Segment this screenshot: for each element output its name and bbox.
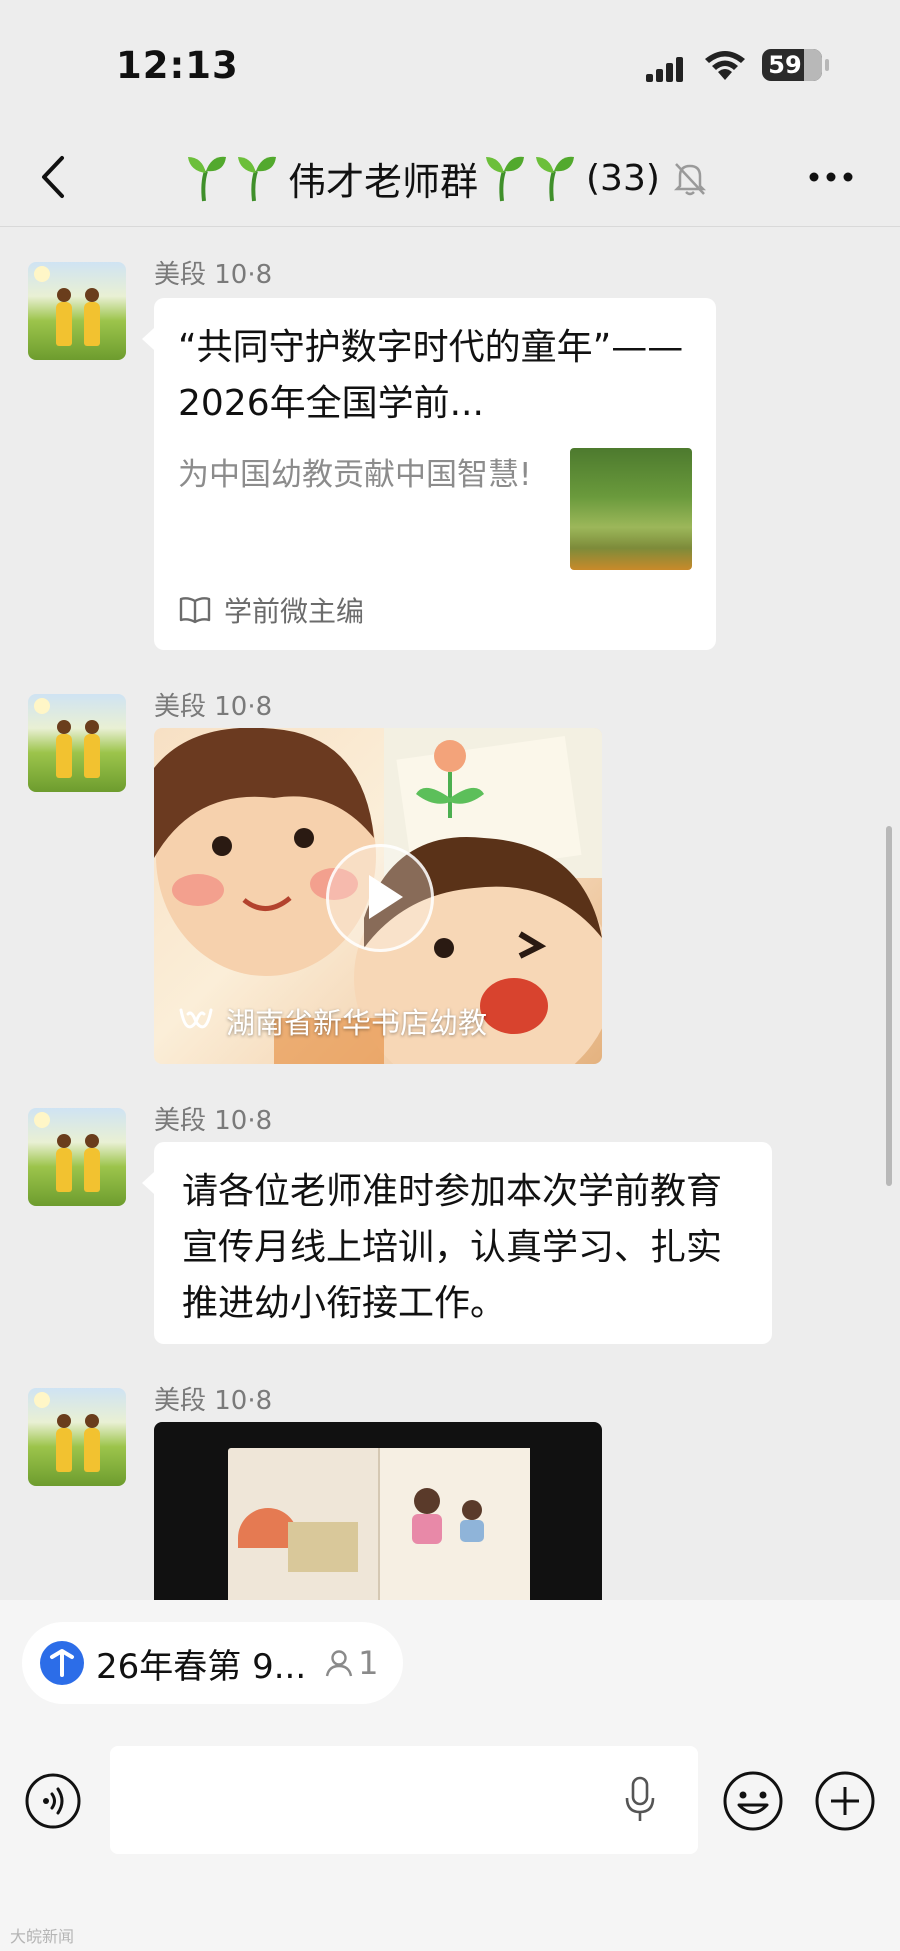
microphone-icon[interactable] bbox=[624, 1776, 656, 1824]
watermark: 大皖新闻 bbox=[10, 1927, 75, 1946]
chevron-left-icon[interactable] bbox=[34, 152, 74, 202]
pinned-item[interactable]: 26年春第 9... 1 bbox=[22, 1622, 403, 1704]
channels-icon bbox=[179, 1008, 213, 1029]
open-book-icon bbox=[179, 597, 211, 624]
plus-circle-icon[interactable] bbox=[814, 1770, 876, 1832]
emoji-icon[interactable] bbox=[722, 1770, 784, 1832]
participant-count: 1 bbox=[358, 1644, 379, 1682]
person-icon bbox=[325, 1650, 353, 1677]
link-source: 学前微主编 bbox=[178, 590, 364, 630]
sender-name: 美段 10·8 bbox=[154, 1106, 273, 1136]
bell-slash-icon bbox=[673, 163, 706, 196]
text-bubble[interactable]: 请各位老师准时参加本次学前教育宣传月线上培训，认真学习、扎实推进幼小衔接工作。 bbox=[142, 1142, 772, 1344]
book-illustration bbox=[228, 1448, 530, 1602]
video-thumbnail[interactable] bbox=[154, 1422, 602, 1602]
sender-name: 美段 10·8 bbox=[154, 260, 273, 290]
avatar[interactable] bbox=[28, 1108, 126, 1206]
avatar[interactable] bbox=[28, 262, 126, 360]
status-time: 12:13 bbox=[116, 44, 239, 87]
sprout-icon bbox=[238, 156, 276, 202]
video-source-name: 湖南省新华书店幼教 bbox=[226, 1006, 488, 1040]
more-dots-icon[interactable] bbox=[806, 162, 856, 192]
pin-arrow-icon bbox=[40, 1641, 84, 1685]
pinned-participants: 1 bbox=[324, 1644, 379, 1682]
group-name: 伟才老师群 bbox=[288, 159, 479, 204]
sprout-icon bbox=[536, 156, 575, 202]
chat-footer: 26年春第 9... 1 大皖新闻 bbox=[0, 1600, 900, 1951]
play-icon[interactable] bbox=[326, 844, 434, 952]
sprout-icon bbox=[486, 156, 525, 202]
avatar[interactable] bbox=[28, 694, 126, 792]
chat-title[interactable]: 伟才老师群 (33) bbox=[184, 150, 710, 206]
message-text-content: 请各位老师准时参加本次学前教育宣传月线上培训，认真学习、扎实推进幼小衔接工作。 bbox=[182, 1171, 723, 1324]
link-description: 为中国幼教贡献中国智慧! bbox=[178, 457, 532, 493]
status-bar: 12:13 59 bbox=[0, 0, 900, 130]
voice-mode-icon[interactable] bbox=[24, 1772, 82, 1830]
sender-name: 美段 10·8 bbox=[154, 692, 273, 722]
member-count: (33) bbox=[586, 157, 660, 199]
video-caption: 湖南省新华书店幼教 bbox=[178, 1000, 487, 1042]
pinned-text: 26年春第 9... bbox=[96, 1646, 307, 1687]
sprout-icon bbox=[188, 156, 226, 202]
message-input[interactable] bbox=[110, 1746, 698, 1854]
wifi-icon bbox=[705, 51, 745, 80]
link-title: “共同守护数字时代的童年”——2026年全国学前... bbox=[178, 327, 684, 424]
chat-header: 伟才老师群 (33) bbox=[0, 130, 900, 227]
link-source-name: 学前微主编 bbox=[224, 595, 365, 628]
link-thumbnail bbox=[570, 448, 692, 570]
battery-icon: 59 bbox=[762, 49, 829, 81]
video-thumbnail[interactable]: 湖南省新华书店幼教 bbox=[154, 728, 602, 1064]
link-card[interactable]: “共同守护数字时代的童年”——2026年全国学前... 为中国幼教贡献中国智慧!… bbox=[142, 298, 716, 650]
battery-level: 59 bbox=[768, 51, 802, 79]
sender-name: 美段 10·8 bbox=[154, 1386, 273, 1416]
scrollbar[interactable] bbox=[886, 826, 892, 1186]
avatar[interactable] bbox=[28, 1388, 126, 1486]
cellular-signal-icon bbox=[646, 57, 683, 82]
